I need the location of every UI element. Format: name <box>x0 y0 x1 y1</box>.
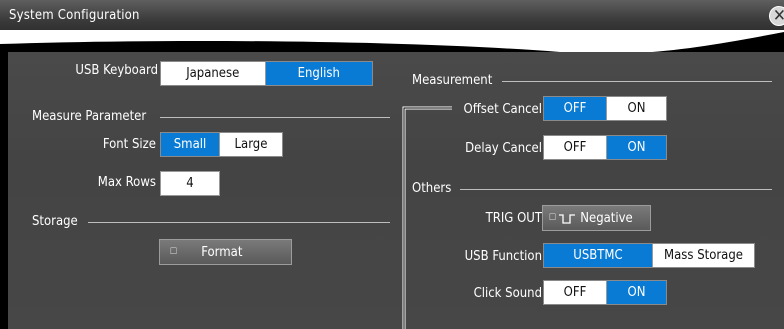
callout-line <box>402 106 452 329</box>
system-configuration-dialog: System Configuration ✕ USB Keyboard Japa… <box>0 0 784 329</box>
